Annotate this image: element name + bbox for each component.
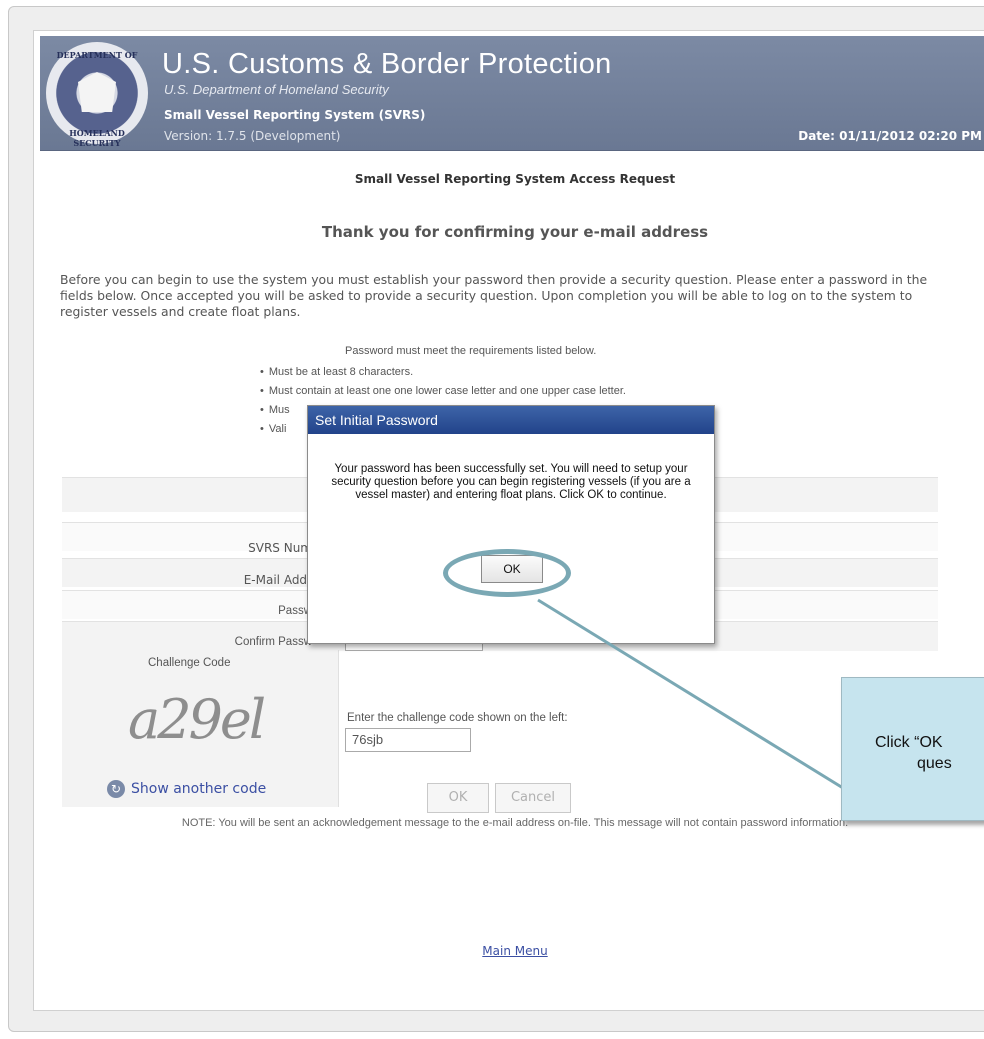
requirement-item: Must be at least 8 characters. — [260, 366, 626, 385]
challenge-prompt: Enter the challenge code shown on the le… — [347, 712, 568, 724]
dhs-seal-icon: DEPARTMENT OF HOMELAND SECURITY — [46, 42, 148, 148]
confirm-password-label: Confirm Passw — [234, 636, 312, 648]
challenge-code-label: Challenge Code — [148, 657, 231, 669]
agency-title: U.S. Customs & Border Protection — [162, 48, 612, 80]
callout-text-line2: ques — [917, 755, 952, 772]
seal-text-top: DEPARTMENT OF — [56, 50, 138, 60]
password-label: Passw — [278, 605, 312, 617]
requirement-item: Must contain at least one one lower case… — [260, 385, 626, 404]
refresh-icon[interactable]: ↻ — [107, 780, 125, 798]
svrs-number-label: SVRS Num — [248, 541, 312, 555]
callout-text-line1: Click “OK — [875, 734, 943, 751]
dialog-title: Set Initial Password — [308, 406, 714, 434]
agency-subtitle: U.S. Department of Homeland Security — [164, 82, 389, 97]
ok-button[interactable]: OK — [427, 783, 489, 813]
cancel-button[interactable]: Cancel — [495, 783, 571, 813]
requirements-title: Password must meet the requirements list… — [345, 345, 597, 357]
version-text: Version: 1.7.5 (Development) — [164, 129, 341, 143]
seal-eagle — [78, 72, 116, 112]
captcha-image: a29el — [128, 688, 266, 751]
email-label: E-Mail Addr — [243, 573, 312, 587]
main-menu-link[interactable]: Main Menu — [40, 944, 984, 958]
page-heading: Small Vessel Reporting System Access Req… — [354, 172, 676, 186]
system-name: Small Vessel Reporting System (SVRS) — [164, 108, 426, 122]
instruction-callout: Click “OK ques — [841, 677, 984, 821]
site-header: DEPARTMENT OF HOMELAND SECURITY U.S. Cus… — [40, 36, 984, 151]
intro-text: Before you can begin to use the system y… — [60, 272, 928, 319]
date-stamp: Date: 01/11/2012 02:20 PM — [798, 129, 982, 143]
show-another-code-link[interactable]: Show another code — [131, 781, 266, 797]
seal-text-bottom: HOMELAND SECURITY — [69, 128, 125, 148]
set-password-dialog: Set Initial Password Your password has b… — [307, 405, 715, 644]
challenge-code-input[interactable]: 76sjb — [345, 728, 471, 752]
dialog-message: Your password has been successfully set.… — [331, 463, 691, 501]
confirm-heading: Thank you for confirming your e-mail add… — [321, 223, 709, 241]
ok-highlight-ring — [443, 549, 571, 597]
